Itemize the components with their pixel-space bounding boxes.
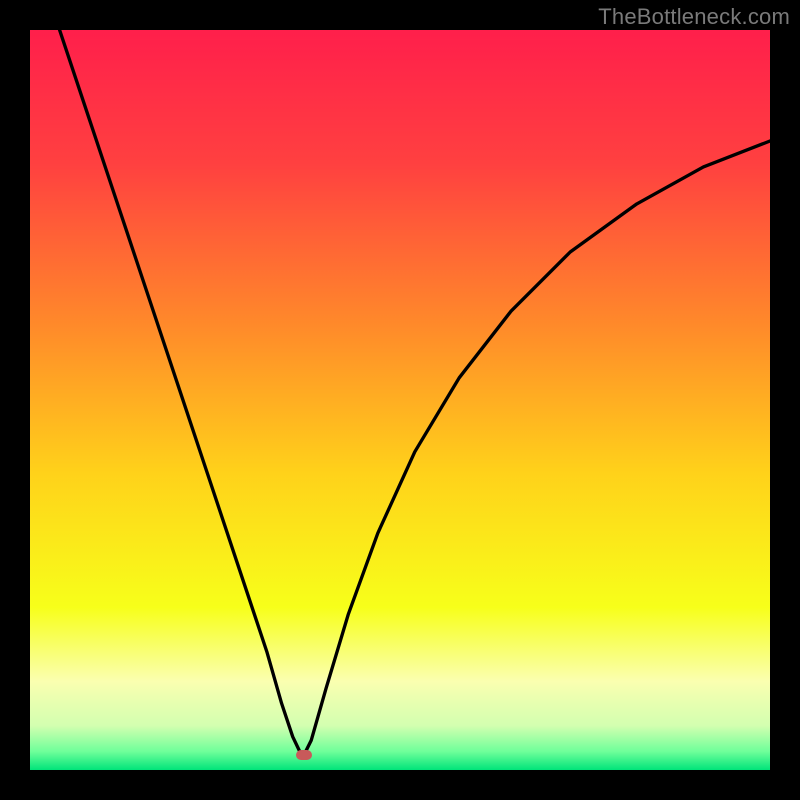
bottleneck-curve: [30, 30, 770, 770]
chart-frame: TheBottleneck.com: [0, 0, 800, 800]
curve-right-branch: [304, 141, 770, 755]
bottleneck-marker: [296, 750, 312, 760]
plot-area: [30, 30, 770, 770]
curve-left-branch: [60, 30, 304, 755]
watermark-text: TheBottleneck.com: [598, 4, 790, 30]
